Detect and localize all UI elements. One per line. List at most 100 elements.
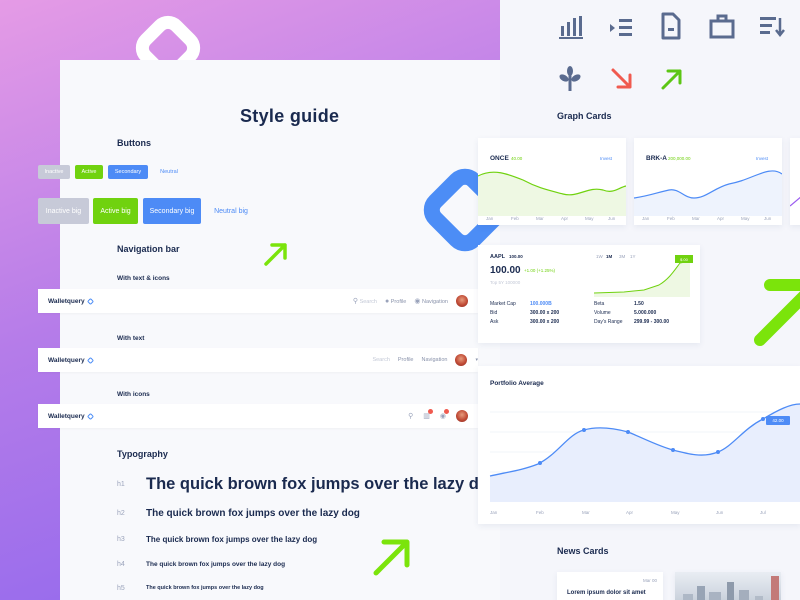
stat-label: Day's Range: [594, 318, 623, 325]
arrow-up-right-icon: [373, 539, 410, 576]
invest-link[interactable]: Invest: [756, 156, 768, 161]
notifications-icon[interactable]: ▥: [423, 409, 433, 420]
ticker-label: AAPL: [490, 254, 505, 260]
month-label: Jan: [486, 216, 494, 221]
stat-value: 100.000B: [530, 300, 552, 307]
portfolio-chart: [489, 403, 800, 502]
stat-value: 300.00 x 200: [530, 309, 560, 316]
month-label: Jul: [760, 510, 766, 515]
typography-heading: Typography: [117, 449, 168, 459]
nav-search[interactable]: ⚲ Search: [353, 297, 377, 305]
news-card[interactable]: Mar 00 Lorem ipsum dolor sit amet: [557, 572, 663, 600]
change-value: 40.00: [511, 156, 523, 161]
month-label: Mar: [582, 510, 590, 515]
month-label: Jun: [716, 510, 724, 515]
news-image-card[interactable]: [675, 572, 781, 600]
search-icon[interactable]: ⚲: [408, 412, 413, 420]
h2-sample: The quick brown fox jumps over the lazy …: [146, 508, 360, 519]
brand-logo-icon: [86, 297, 94, 305]
user-icon: ●: [385, 297, 390, 305]
navbar-icons: Walletquery ⚲ ▥ ◉: [38, 404, 478, 428]
month-label: Jun: [764, 216, 772, 221]
h3-tag: h3: [117, 536, 125, 543]
nav-navigation[interactable]: ◉ Navigation: [414, 297, 448, 305]
portfolio-tooltip: 42.00: [766, 416, 790, 425]
neutral-button[interactable]: Neutral: [152, 165, 186, 179]
avatar[interactable]: [455, 354, 468, 366]
navbar-brand[interactable]: Walletquery: [48, 356, 94, 364]
h4-tag: h4: [117, 561, 125, 568]
document-icon: [661, 12, 681, 40]
month-label: Apr: [561, 216, 569, 221]
nav-text-subheading: With text: [117, 335, 145, 342]
month-label: Feb: [536, 510, 544, 515]
stat-label: Ask: [490, 318, 499, 325]
price-small: 100.00: [509, 254, 523, 259]
stock-detail-card[interactable]: AAPL 100.00 100.00 +1.00 (+1.25%) Top 5Y…: [478, 245, 700, 343]
stat-label: Beta: [594, 300, 605, 307]
h5-tag: h5: [117, 585, 125, 592]
active-button[interactable]: Active: [75, 165, 103, 179]
brand-label: Walletquery: [48, 412, 85, 420]
stats-left: Market Cap 100.000B Bid 300.00 x 200 Ask 30…: [490, 299, 559, 326]
brand-label: Walletquery: [48, 356, 85, 364]
h1-tag: h1: [117, 481, 125, 488]
stats-right: Beta 1.50 Volume 5.000.000 Day's Range 299.…: [594, 299, 669, 326]
avatar[interactable]: [456, 410, 468, 422]
nav-profile[interactable]: Profile: [398, 357, 414, 363]
change-value: 200,000.00: [668, 156, 691, 161]
stat-label: Market Cap: [490, 300, 516, 307]
secondary-big-button[interactable]: Secondary big: [143, 198, 201, 224]
h2-tag: h2: [117, 510, 125, 517]
neutral-big-button[interactable]: Neutral big: [205, 198, 257, 224]
inactive-big-button[interactable]: Inactive big: [38, 198, 89, 224]
navigation-label: Navigation: [422, 299, 448, 305]
nav-navigation[interactable]: Navigation: [421, 357, 447, 363]
month-label: May: [741, 216, 750, 221]
ticker-label: BRK-A: [646, 155, 667, 162]
avatar[interactable]: [456, 295, 468, 307]
invest-link[interactable]: Invest: [600, 156, 612, 161]
graph-card-once[interactable]: ONCE 40.00 Invest Jan Feb Mar Apr May Ju…: [478, 138, 626, 225]
plant-icon: [559, 66, 581, 91]
arrow-up-right-icon: [264, 243, 287, 266]
h4-sample: The quick brown fox jumps over the lazy …: [146, 561, 286, 568]
stat-label: Volume: [594, 309, 611, 316]
h3-sample: The quick brown fox jumps over the lazy …: [146, 535, 318, 544]
price-sub: Top 5Y 100000: [490, 280, 521, 285]
brand-logo-icon: [86, 356, 94, 364]
list-icon: [610, 19, 632, 36]
stat-value: 1.50: [634, 300, 644, 307]
navbar-brand[interactable]: Walletquery: [48, 412, 94, 420]
chevron-down-icon[interactable]: ▾: [475, 357, 478, 363]
nav-profile[interactable]: ● Profile: [385, 298, 406, 305]
news-cards-heading: News Cards: [557, 546, 609, 556]
navbar-brand[interactable]: Walletquery: [48, 297, 94, 305]
search-icon: ⚲: [352, 298, 359, 305]
navigation-heading: Navigation bar: [117, 244, 180, 254]
arrow-up-right-icon: [661, 69, 682, 90]
city-image: [683, 576, 779, 600]
search-label: Search: [359, 299, 377, 305]
active-big-button[interactable]: Active big: [93, 198, 138, 224]
nav-search[interactable]: Search: [372, 357, 389, 363]
messages-icon[interactable]: ◉: [440, 409, 449, 420]
inactive-button[interactable]: Inactive: [38, 165, 70, 179]
brand-label: Walletquery: [48, 297, 85, 305]
month-label: Jun: [608, 216, 616, 221]
compass-icon: ◉: [414, 298, 421, 305]
news-meta: Mar 00: [642, 578, 657, 583]
chart-tooltip: $ 00: [675, 255, 693, 263]
once-sparkline: [478, 171, 626, 216]
secondary-button[interactable]: Secondary: [108, 165, 148, 179]
notification-badge: [427, 409, 433, 414]
graph-card-partial[interactable]: [790, 138, 800, 225]
month-label: Apr: [626, 510, 634, 515]
message-badge: [444, 409, 449, 414]
navbar-text: Walletquery Search Profile Navigation ▾: [38, 348, 478, 372]
graph-card-brk[interactable]: BRK-A 200,000.00 Invest Jan Feb Mar Apr …: [634, 138, 782, 225]
h5-sample: The quick brown fox jumps over the lazy …: [146, 585, 264, 591]
portfolio-average-card[interactable]: Portfolio Average 42.00 Jan Feb Mar Apr …: [478, 366, 800, 524]
month-label: Mar: [692, 216, 700, 221]
buttons-heading: Buttons: [117, 138, 151, 148]
